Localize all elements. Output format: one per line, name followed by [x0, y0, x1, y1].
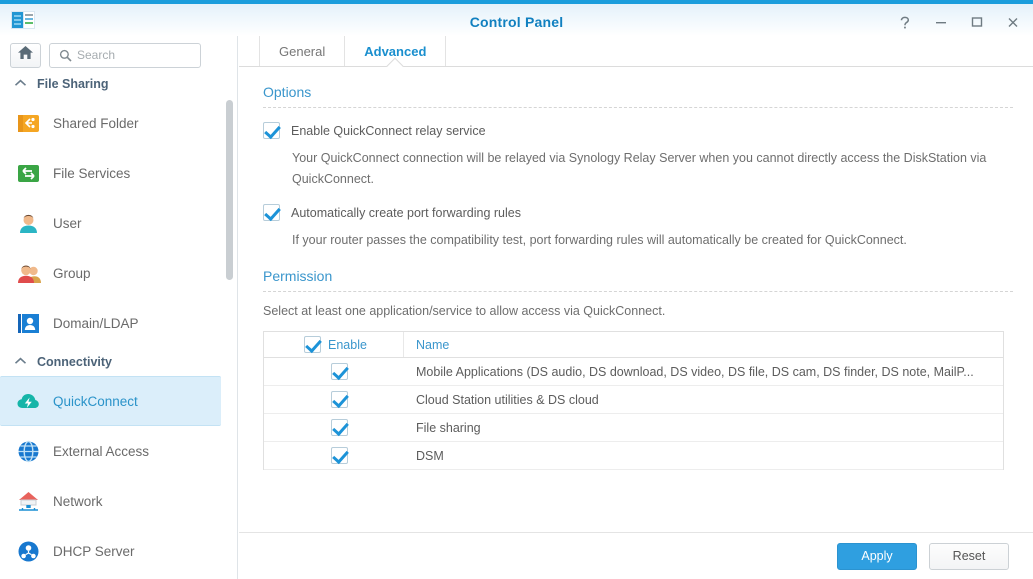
- footer-bar: Apply Reset: [239, 532, 1033, 579]
- row-checkbox[interactable]: [331, 363, 348, 380]
- sidebar-scroll-area: File Sharing Shared Folder File Services…: [0, 70, 237, 579]
- home-icon: [17, 45, 34, 65]
- row-enable-cell: [264, 363, 404, 380]
- sidebar-item-group[interactable]: Group: [0, 248, 237, 298]
- sidebar-group-file-sharing[interactable]: File Sharing: [0, 70, 237, 98]
- table-row[interactable]: Mobile Applications (DS audio, DS downlo…: [264, 358, 1003, 386]
- reset-button[interactable]: Reset: [929, 542, 1009, 570]
- port-forwarding-checkbox[interactable]: [263, 204, 280, 221]
- window-title: Control Panel: [469, 14, 564, 30]
- sidebar-item-label: User: [53, 215, 82, 231]
- minimize-button[interactable]: [927, 10, 955, 34]
- sidebar-item-label: Network: [53, 493, 103, 509]
- search-icon: [59, 49, 72, 62]
- row-enable-cell: [264, 391, 404, 408]
- row-checkbox[interactable]: [331, 419, 348, 436]
- row-checkbox[interactable]: [331, 391, 348, 408]
- row-enable-cell: [264, 447, 404, 464]
- relay-service-label: Enable QuickConnect relay service: [291, 124, 486, 138]
- column-label-name: Name: [416, 337, 450, 352]
- row-checkbox[interactable]: [331, 447, 348, 464]
- sidebar-item-label: Domain/LDAP: [53, 315, 139, 331]
- apply-label: Apply: [861, 549, 893, 563]
- sidebar-item-quickconnect[interactable]: QuickConnect: [0, 376, 221, 426]
- permission-hint: Select at least one application/service …: [263, 304, 666, 318]
- chevron-up-icon: [14, 78, 27, 90]
- sidebar-item-shared-folder[interactable]: Shared Folder: [0, 98, 237, 148]
- row-name: DSM: [416, 448, 444, 463]
- window-controls: [891, 10, 1027, 34]
- search-input[interactable]: [77, 48, 182, 62]
- column-label-enable: Enable: [328, 337, 367, 352]
- sidebar-item-network[interactable]: Network: [0, 476, 237, 526]
- sidebar-item-label: QuickConnect: [53, 393, 138, 409]
- tab-label: Advanced: [364, 43, 427, 59]
- apply-button[interactable]: Apply: [837, 542, 917, 570]
- permission-table: Enable Name Mobile Applications (DS audi…: [263, 331, 1004, 470]
- column-header-enable[interactable]: Enable: [264, 332, 404, 357]
- table-row[interactable]: File sharing: [264, 414, 1003, 442]
- sidebar-item-label: DHCP Server: [53, 543, 135, 559]
- sidebar-item-domain-ldap[interactable]: Domain/LDAP: [0, 298, 237, 348]
- sidebar-toolbar: [0, 36, 237, 70]
- sidebar-group-label: File Sharing: [37, 77, 109, 91]
- file-services-icon: [16, 161, 41, 186]
- quickconnect-icon: [16, 389, 41, 414]
- sidebar-group-connectivity[interactable]: Connectivity: [0, 348, 237, 376]
- tab-bar: General Advanced: [239, 36, 1033, 67]
- external-access-icon: [16, 439, 41, 464]
- sidebar-item-dhcp-server[interactable]: DHCP Server: [0, 526, 237, 576]
- tab-advanced[interactable]: Advanced: [344, 36, 447, 66]
- option-row-relay-service[interactable]: Enable QuickConnect relay service: [263, 108, 1013, 140]
- row-name: Cloud Station utilities & DS cloud: [416, 392, 599, 407]
- select-all-checkbox[interactable]: [304, 336, 321, 353]
- port-forwarding-description: If your router passes the compatibility …: [292, 233, 907, 247]
- row-name: Mobile Applications (DS audio, DS downlo…: [416, 364, 974, 379]
- search-box[interactable]: [49, 42, 201, 68]
- home-button[interactable]: [10, 42, 41, 68]
- content-area: General Advanced Options Enable QuickCon…: [239, 36, 1033, 579]
- domain-ldap-icon: [16, 311, 41, 336]
- port-forwarding-label: Automatically create port forwarding rul…: [291, 206, 521, 220]
- sidebar-item-label: Shared Folder: [53, 115, 139, 131]
- column-header-name[interactable]: Name: [404, 332, 1003, 357]
- group-icon: [16, 261, 41, 286]
- sidebar-item-label: External Access: [53, 443, 150, 459]
- sidebar-group-label: Connectivity: [37, 355, 113, 369]
- network-icon: [16, 489, 41, 514]
- reset-label: Reset: [952, 549, 986, 563]
- row-name: File sharing: [416, 420, 481, 435]
- window-title-bar: Control Panel: [0, 4, 1033, 36]
- advanced-panel: Options Enable QuickConnect relay servic…: [239, 67, 1033, 579]
- sidebar-scrollbar-thumb[interactable]: [226, 100, 233, 280]
- sidebar-item-user[interactable]: User: [0, 198, 237, 248]
- tab-general[interactable]: General: [259, 36, 344, 66]
- shared-folder-icon: [16, 111, 41, 136]
- sidebar-item-label: Group: [53, 265, 91, 281]
- table-row[interactable]: DSM: [264, 442, 1003, 470]
- maximize-button[interactable]: [963, 10, 991, 34]
- help-button[interactable]: [891, 10, 919, 34]
- table-header-row: Enable Name: [264, 332, 1003, 358]
- relay-service-description: Your QuickConnect connection will be rel…: [292, 151, 987, 186]
- tab-label: General: [279, 43, 326, 59]
- options-section-title: Options: [263, 84, 312, 100]
- sidebar-item-file-services[interactable]: File Services: [0, 148, 237, 198]
- relay-service-checkbox[interactable]: [263, 122, 280, 139]
- close-button[interactable]: [999, 10, 1027, 34]
- chevron-up-icon: [14, 356, 27, 368]
- table-row[interactable]: Cloud Station utilities & DS cloud: [264, 386, 1003, 414]
- user-icon: [16, 211, 41, 236]
- option-row-port-forwarding[interactable]: Automatically create port forwarding rul…: [263, 190, 1013, 222]
- row-enable-cell: [264, 419, 404, 436]
- permission-section-title: Permission: [263, 268, 333, 284]
- sidebar-item-label: File Services: [53, 165, 131, 181]
- dhcp-server-icon: [16, 539, 41, 564]
- control-panel-window: Control Panel Search File Sharing Shared…: [0, 0, 1033, 579]
- sidebar-item-external-access[interactable]: External Access: [0, 426, 237, 476]
- sidebar: File Sharing Shared Folder: [0, 36, 238, 579]
